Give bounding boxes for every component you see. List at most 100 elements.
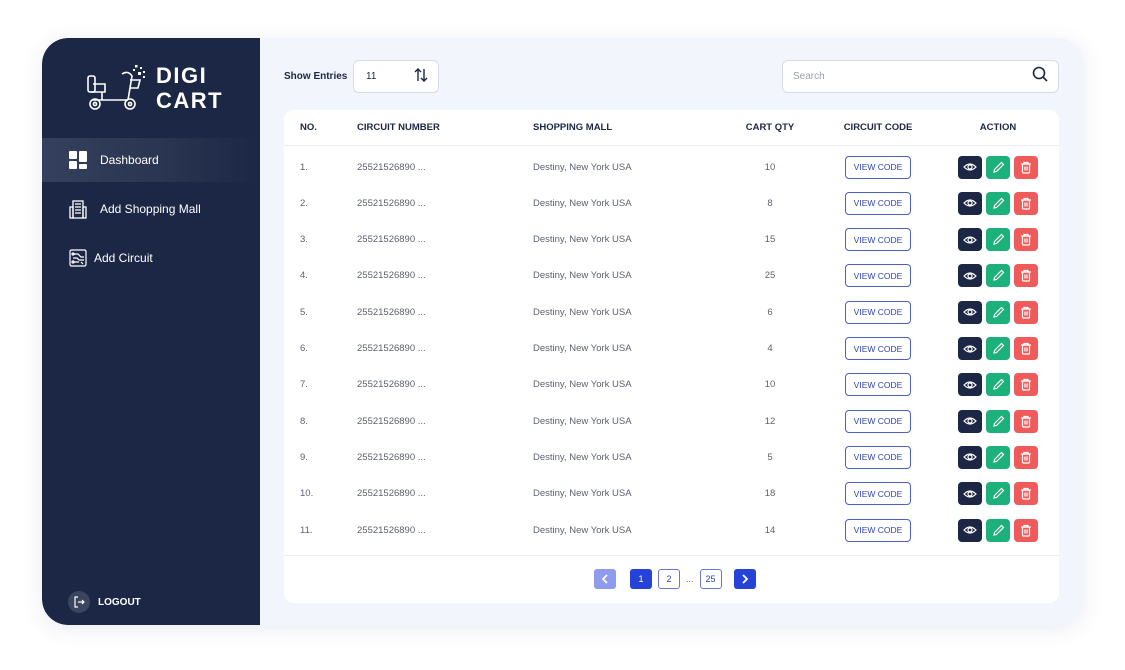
sidebar-item-add-shopping-mall[interactable]: Add Shopping Mall xyxy=(42,187,260,231)
entries-value: 11 xyxy=(366,71,377,82)
delete-button[interactable] xyxy=(1014,228,1038,252)
circuit-code-cell: VIEW CODE xyxy=(834,403,922,439)
action-cell xyxy=(954,512,1042,548)
shopping-mall: Destiny, New York USA xyxy=(533,379,632,391)
circuit-number: 25521526890 ... xyxy=(357,197,426,209)
view-button[interactable] xyxy=(958,264,982,288)
view-button[interactable] xyxy=(958,518,982,542)
prev-page-button[interactable] xyxy=(594,569,616,589)
next-page-button[interactable] xyxy=(733,569,756,589)
delete-button[interactable] xyxy=(1014,300,1038,324)
entries-select[interactable]: 11 xyxy=(353,60,439,93)
circuit-code-cell: VIEW CODE xyxy=(834,367,922,403)
row-number: 6. xyxy=(300,343,308,354)
view-code-button[interactable]: VIEW CODE xyxy=(845,228,911,252)
edit-button[interactable] xyxy=(986,300,1010,324)
pencil-icon xyxy=(992,306,1004,318)
cart-qty: 25 xyxy=(764,270,776,282)
sidebar-item-dashboard[interactable]: Dashboard xyxy=(42,138,260,182)
search-icon[interactable] xyxy=(1032,66,1048,87)
header-no: NO. xyxy=(300,122,317,133)
delete-button[interactable] xyxy=(1014,191,1038,215)
eye-icon xyxy=(963,526,977,534)
delete-button[interactable] xyxy=(1014,518,1038,542)
view-button[interactable] xyxy=(958,155,982,179)
delete-button[interactable] xyxy=(1014,264,1038,288)
view-button[interactable] xyxy=(958,300,982,324)
view-button[interactable] xyxy=(958,445,982,469)
search-input[interactable] xyxy=(793,71,1032,82)
view-button[interactable] xyxy=(958,337,982,360)
pencil-icon xyxy=(992,524,1004,536)
header-circuit-number: CIRCUIT NUMBER xyxy=(357,122,440,133)
view-button[interactable] xyxy=(958,409,982,433)
edit-button[interactable] xyxy=(986,482,1010,506)
action-cell xyxy=(954,367,1042,403)
action-cell xyxy=(954,222,1042,258)
cart-qty: 8 xyxy=(767,197,773,209)
view-code-button[interactable]: VIEW CODE xyxy=(845,445,911,469)
sidebar-item-add-circuit[interactable]: Add Circuit xyxy=(42,236,260,280)
view-code-button[interactable]: VIEW CODE xyxy=(845,264,911,288)
view-code-button[interactable]: VIEW CODE xyxy=(845,155,911,179)
edit-button[interactable] xyxy=(986,337,1010,360)
delete-button[interactable] xyxy=(1014,373,1038,397)
page-button-25[interactable]: 25 xyxy=(699,569,722,589)
edit-button[interactable] xyxy=(986,518,1010,542)
pencil-icon xyxy=(992,378,1004,391)
row-number: 4. xyxy=(300,270,308,282)
delete-button[interactable] xyxy=(1014,337,1038,360)
edit-button[interactable] xyxy=(986,264,1010,288)
circuit-number: 25521526890 ... xyxy=(357,161,426,173)
action-cell xyxy=(954,294,1042,330)
edit-button[interactable] xyxy=(986,373,1010,397)
edit-button[interactable] xyxy=(986,155,1010,179)
cart-qty: 10 xyxy=(764,379,776,391)
row-number: 2. xyxy=(300,197,308,209)
action-cell xyxy=(954,258,1042,294)
pencil-icon xyxy=(992,161,1004,173)
table-row: 2. 25521526890 ... Destiny, New York USA… xyxy=(284,185,1059,221)
circuit-number: 25521526890 ... xyxy=(357,343,426,354)
view-button[interactable] xyxy=(958,482,982,506)
view-code-button[interactable]: VIEW CODE xyxy=(845,373,911,397)
page-button-2[interactable]: 2 xyxy=(658,569,680,589)
trash-icon xyxy=(1021,524,1031,537)
eye-icon xyxy=(963,453,977,461)
circuit-code-cell: VIEW CODE xyxy=(834,222,922,258)
edit-button[interactable] xyxy=(986,228,1010,252)
edit-button[interactable] xyxy=(986,409,1010,433)
trash-icon xyxy=(1021,306,1031,319)
eye-icon xyxy=(963,308,977,316)
view-button[interactable] xyxy=(958,191,982,215)
view-code-button[interactable]: VIEW CODE xyxy=(845,337,911,360)
edit-button[interactable] xyxy=(986,191,1010,215)
logo: DIGI CART xyxy=(82,60,223,116)
eye-icon xyxy=(963,417,977,425)
shopping-mall: Destiny, New York USA xyxy=(533,451,632,463)
view-code-button[interactable]: VIEW CODE xyxy=(845,409,911,433)
view-code-button[interactable]: VIEW CODE xyxy=(845,518,911,542)
cart-qty: 5 xyxy=(767,451,773,463)
delete-button[interactable] xyxy=(1014,482,1038,506)
view-code-button[interactable]: VIEW CODE xyxy=(845,482,911,506)
trash-icon xyxy=(1021,379,1031,391)
view-code-button[interactable]: VIEW CODE xyxy=(845,300,911,324)
eye-icon xyxy=(963,344,977,353)
view-button[interactable] xyxy=(958,228,982,252)
delete-button[interactable] xyxy=(1014,155,1038,179)
cart-qty: 6 xyxy=(767,306,773,318)
view-button[interactable] xyxy=(958,373,982,397)
cart-qty: 18 xyxy=(764,488,776,500)
page-button-1[interactable]: 1 xyxy=(630,569,652,589)
row-number: 5. xyxy=(300,306,308,318)
view-code-button[interactable]: VIEW CODE xyxy=(845,191,911,215)
row-number: 3. xyxy=(300,234,308,246)
delete-button[interactable] xyxy=(1014,409,1038,433)
sidebar-item-label: Add Circuit xyxy=(94,251,153,265)
edit-button[interactable] xyxy=(986,445,1010,469)
delete-button[interactable] xyxy=(1014,445,1038,469)
trash-icon xyxy=(1021,342,1031,355)
logout-button[interactable]: LOGOUT xyxy=(68,591,141,613)
circuit-code-cell: VIEW CODE xyxy=(834,476,922,512)
